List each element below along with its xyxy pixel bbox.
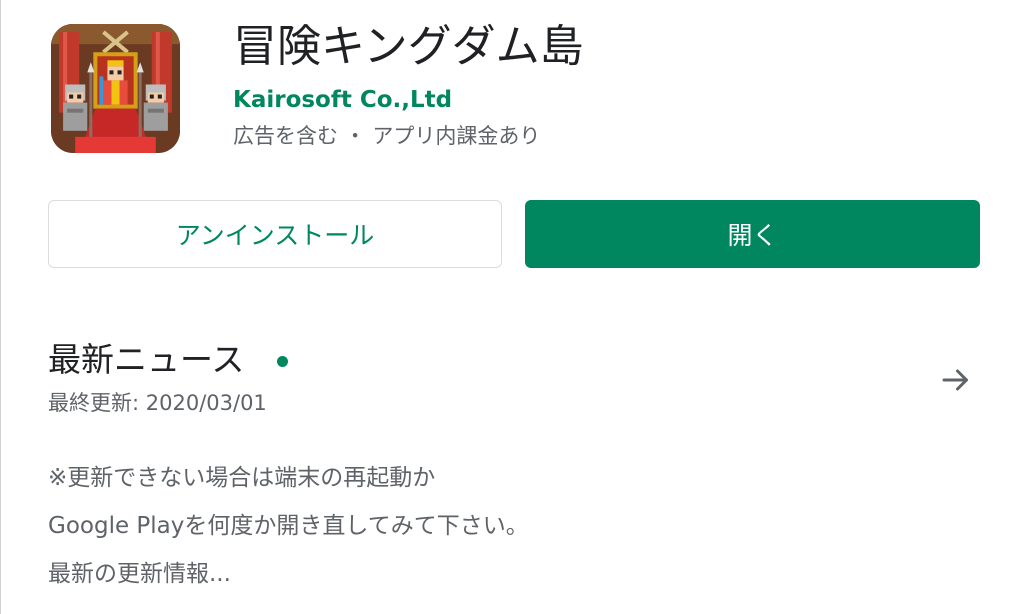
open-button[interactable]: 開く <box>525 200 980 268</box>
uninstall-button-label: アンインストール <box>175 221 375 250</box>
uninstall-button[interactable]: アンインストール <box>48 200 502 268</box>
whats-new-line: ※更新できない場合は端末の再起動か <box>48 465 436 491</box>
developer-link[interactable]: Kairosoft Co.,Ltd <box>233 84 452 116</box>
app-title: 冒険キングダム島 <box>233 21 584 72</box>
new-indicator-dot <box>277 356 288 367</box>
kingdom-throne-icon <box>51 24 180 153</box>
whats-new-arrow-button[interactable] <box>934 358 978 402</box>
app-meta-info: 広告を含む ・ アプリ内課金あり <box>233 124 541 148</box>
open-button-label: 開く <box>727 221 778 250</box>
whats-new-line: Google Playを何度か開き直してみて下さい。 <box>48 513 529 539</box>
whats-new-body: ※更新できない場合は端末の再起動か Google Playを何度か開き直してみて… <box>48 454 948 598</box>
arrow-right-icon <box>942 369 968 391</box>
whats-new-title: 最新ニュース <box>48 340 245 379</box>
whats-new-header[interactable]: 最新ニュース 最終更新: 2020/03/01 <box>48 336 988 426</box>
last-updated-date: 最終更新: 2020/03/01 <box>48 391 267 415</box>
app-icon[interactable] <box>51 24 180 153</box>
whats-new-line: 最新の更新情報... <box>48 561 231 587</box>
app-details-page: 冒険キングダム島 Kairosoft Co.,Ltd 広告を含む ・ アプリ内課… <box>0 0 1024 614</box>
